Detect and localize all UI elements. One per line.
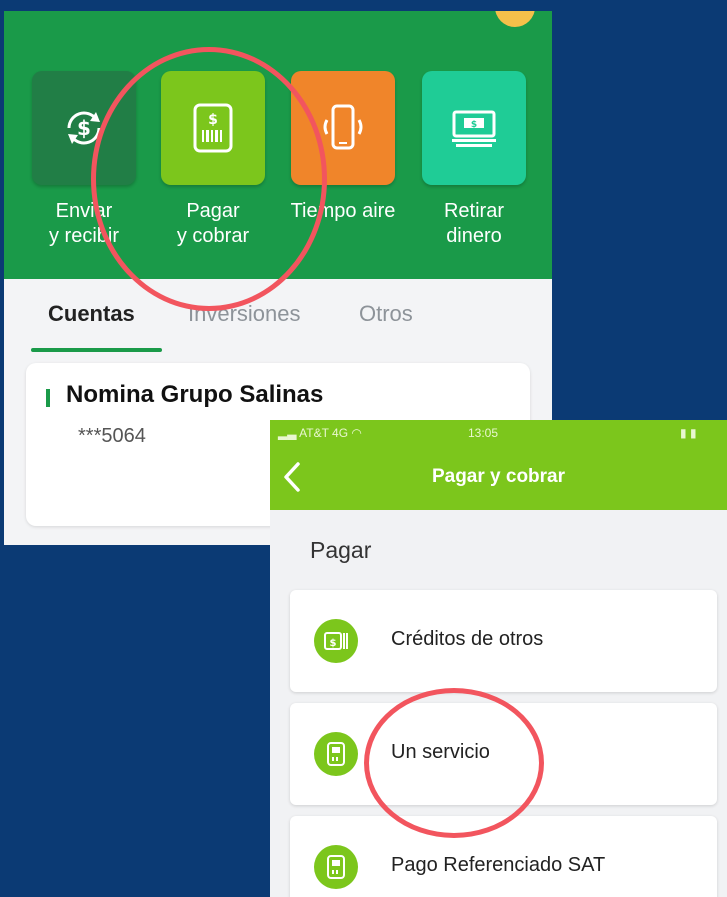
tab-otros[interactable]: Otros <box>359 301 413 327</box>
account-tabs: Cuentas Inversiones Otros <box>4 279 552 352</box>
account-accent-bar <box>46 389 50 407</box>
svg-text:$: $ <box>330 638 337 649</box>
credit-card-icon: $ <box>314 619 358 663</box>
highlight-circle-un-servicio <box>364 688 544 838</box>
cash-withdraw-icon: $ <box>452 110 496 147</box>
svg-text:$: $ <box>77 116 91 140</box>
withdraw-cash-label: Retirar dinero <box>443 200 504 247</box>
tab-cuentas[interactable]: Cuentas <box>48 301 135 327</box>
active-tab-indicator <box>31 348 162 352</box>
signal-icon: ▂▃ <box>278 426 297 440</box>
status-carrier: ▂▃ AT&T 4G ◠ <box>278 426 362 440</box>
option-creditos-de-otros[interactable]: $ Créditos de otros <box>290 590 717 692</box>
battery-icon: ▮ ▮ <box>680 426 697 440</box>
withdraw-cash-button[interactable]: $ <box>422 71 526 185</box>
svg-text:$: $ <box>471 120 477 130</box>
carrier-text: AT&T 4G <box>299 426 349 440</box>
profile-avatar[interactable] <box>495 11 535 27</box>
option-pago-referenciado-sat[interactable]: Pago Referenciado SAT <box>290 816 717 897</box>
nav-bar: ▂▃ AT&T 4G ◠ 13:05 ▮ ▮ Pagar y cobrar <box>270 420 727 510</box>
account-name: Nomina Grupo Salinas <box>66 381 324 408</box>
option-label: Créditos de otros <box>391 628 544 650</box>
section-heading: Pagar <box>310 537 372 563</box>
account-number: ***5064 <box>78 425 146 447</box>
sat-receipt-icon <box>314 845 358 889</box>
wifi-icon: ◠ <box>351 426 362 440</box>
service-bill-icon <box>314 732 358 776</box>
highlight-circle-pay-charge <box>91 47 327 311</box>
option-label: Pago Referenciado SAT <box>391 854 606 876</box>
screen-title: Pagar y cobrar <box>431 466 566 487</box>
status-time: 13:05 <box>468 426 499 440</box>
